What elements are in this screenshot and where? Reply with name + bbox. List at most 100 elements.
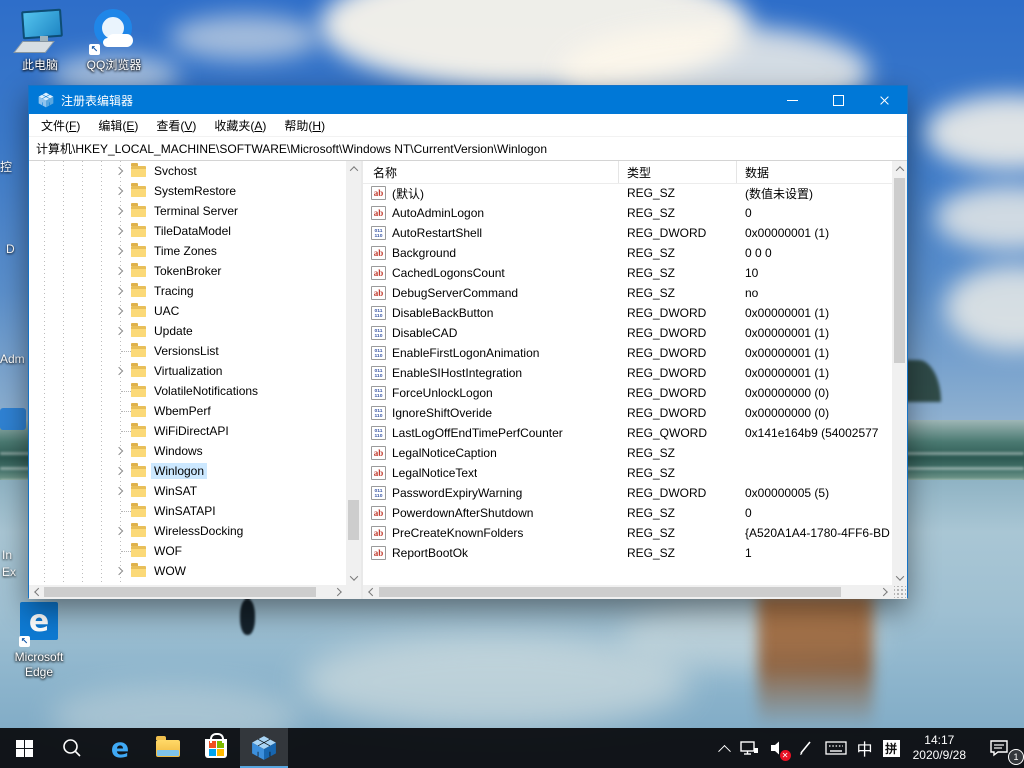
column-header-item[interactable]: 名称 [363, 161, 619, 183]
column-header-item[interactable]: 数据 [737, 161, 892, 183]
titlebar[interactable]: 注册表编辑器 [29, 86, 907, 114]
value-row-enablefirstlogonanimation[interactable]: 011110EnableFirstLogonAnimationREG_DWORD… [363, 343, 892, 363]
list-vertical-scrollbar[interactable] [892, 161, 907, 585]
scroll-down-arrow[interactable] [346, 570, 361, 585]
value-row-disablebackbutton[interactable]: 011110DisableBackButtonREG_DWORD0x000000… [363, 303, 892, 323]
expand-chevron-icon[interactable] [112, 223, 128, 239]
menu-favorites[interactable]: 收藏夹(A) [205, 117, 275, 134]
address-bar[interactable]: 计算机\HKEY_LOCAL_MACHINE\SOFTWARE\Microsof… [29, 137, 907, 161]
desktop-icon-qq-browser[interactable]: ↖ QQ浏览器 [78, 8, 150, 73]
maximize-button[interactable] [815, 86, 861, 114]
scroll-left-arrow[interactable] [29, 585, 44, 599]
touch-keyboard-button[interactable] [820, 728, 852, 768]
list-horizontal-scrollbar[interactable] [363, 585, 892, 599]
expand-chevron-icon[interactable] [112, 363, 128, 379]
tree-node-update[interactable]: Update [29, 321, 346, 341]
ime-pinyin-indicator[interactable]: 拼 [878, 728, 905, 768]
menu-view[interactable]: 查看(V) [147, 117, 205, 134]
windows-ink-button[interactable] [792, 728, 820, 768]
expand-chevron-icon[interactable] [112, 283, 128, 299]
tree-node-tiledatamodel[interactable]: TileDataModel [29, 221, 346, 241]
minimize-button[interactable] [769, 86, 815, 114]
scroll-left-arrow[interactable] [363, 585, 378, 599]
value-row-legalnoticetext[interactable]: abLegalNoticeTextREG_SZ [363, 463, 892, 483]
start-button[interactable] [0, 728, 48, 768]
desktop-icon-edge[interactable]: e ↖ Microsoft Edge [4, 600, 74, 680]
expand-chevron-icon[interactable] [112, 243, 128, 259]
value-row-precreateknownfolders[interactable]: abPreCreateKnownFoldersREG_SZ{A520A1A4-1… [363, 523, 892, 543]
tree-node-uac[interactable]: UAC [29, 301, 346, 321]
scrollbar-thumb[interactable] [44, 587, 316, 597]
network-tray-button[interactable] [734, 728, 764, 768]
column-header-item[interactable]: 类型 [619, 161, 737, 183]
value-row-powerdownaftershutdown[interactable]: abPowerdownAfterShutdownREG_SZ0 [363, 503, 892, 523]
resize-grip[interactable] [894, 586, 906, 598]
expand-chevron-icon[interactable] [112, 443, 128, 459]
value-row-disablecad[interactable]: 011110DisableCADREG_DWORD0x00000001 (1) [363, 323, 892, 343]
scroll-up-arrow[interactable] [892, 161, 907, 176]
tree-node-wow[interactable]: WOW [29, 561, 346, 581]
expand-chevron-icon[interactable] [112, 463, 128, 479]
tree-node-time-zones[interactable]: Time Zones [29, 241, 346, 261]
expand-chevron-icon[interactable] [112, 523, 128, 539]
tree-node-wbemperf[interactable]: WbemPerf [29, 401, 346, 421]
expand-chevron-icon[interactable] [112, 323, 128, 339]
tree-node-wifidirectapi[interactable]: WiFiDirectAPI [29, 421, 346, 441]
tree-node-windows[interactable]: Windows [29, 441, 346, 461]
value-row-item[interactable]: ab(默认)REG_SZ(数值未设置) [363, 183, 892, 203]
tree-node-tokenbroker[interactable]: TokenBroker [29, 261, 346, 281]
value-row-autorestartshell[interactable]: 011110AutoRestartShellREG_DWORD0x0000000… [363, 223, 892, 243]
taskbar-edge-button[interactable]: e [96, 728, 144, 768]
value-row-background[interactable]: abBackgroundREG_SZ0 0 0 [363, 243, 892, 263]
tree-vertical-scrollbar[interactable] [346, 161, 361, 585]
desktop-icon-this-pc[interactable]: 此电脑 [4, 8, 76, 73]
value-row-reportbootok[interactable]: abReportBootOkREG_SZ1 [363, 543, 892, 563]
menu-file[interactable]: 文件(F) [32, 117, 89, 134]
value-row-debugservercommand[interactable]: abDebugServerCommandREG_SZno [363, 283, 892, 303]
tree-node-volatilenotifications[interactable]: VolatileNotifications [29, 381, 346, 401]
ime-mode-indicator[interactable]: 中 [852, 728, 878, 768]
action-center-button[interactable]: 1 [974, 728, 1024, 768]
tree-node-virtualization[interactable]: Virtualization [29, 361, 346, 381]
close-button[interactable] [861, 86, 907, 114]
taskbar-search-button[interactable] [48, 728, 96, 768]
value-row-lastlogoffendtimeperfcounter[interactable]: 011110LastLogOffEndTimePerfCounterREG_QW… [363, 423, 892, 443]
taskbar-regedit-button[interactable] [240, 728, 288, 768]
value-row-enablesihostintegration[interactable]: 011110EnableSIHostIntegrationREG_DWORD0x… [363, 363, 892, 383]
tree-node-winsatapi[interactable]: WinSATAPI [29, 501, 346, 521]
value-row-autoadminlogon[interactable]: abAutoAdminLogonREG_SZ0 [363, 203, 892, 223]
expand-chevron-icon[interactable] [112, 563, 128, 579]
scroll-right-arrow[interactable] [877, 585, 892, 599]
tree-node-svchost[interactable]: Svchost [29, 161, 346, 181]
tree-node-versionslist[interactable]: VersionsList [29, 341, 346, 361]
taskbar-store-button[interactable] [192, 728, 240, 768]
expand-chevron-icon[interactable] [112, 303, 128, 319]
scroll-up-arrow[interactable] [346, 161, 361, 176]
scrollbar-thumb[interactable] [379, 587, 841, 597]
tree-node-winsat[interactable]: WinSAT [29, 481, 346, 501]
value-row-forceunlocklogon[interactable]: 011110ForceUnlockLogonREG_DWORD0x0000000… [363, 383, 892, 403]
value-row-passwordexpirywarning[interactable]: 011110PasswordExpiryWarningREG_DWORD0x00… [363, 483, 892, 503]
clock[interactable]: 14:17 2020/9/28 [905, 728, 974, 768]
menu-help[interactable]: 帮助(H) [275, 117, 334, 134]
expand-chevron-icon[interactable] [112, 483, 128, 499]
scroll-down-arrow[interactable] [892, 570, 907, 585]
tree-node-winlogon[interactable]: Winlogon [29, 461, 346, 481]
menu-edit[interactable]: 编辑(E) [89, 117, 147, 134]
tree-node-wof[interactable]: WOF [29, 541, 346, 561]
tree-node-systemrestore[interactable]: SystemRestore [29, 181, 346, 201]
tree-horizontal-scrollbar[interactable] [29, 585, 346, 599]
tree-node-wirelessdocking[interactable]: WirelessDocking [29, 521, 346, 541]
tree-node-tracing[interactable]: Tracing [29, 281, 346, 301]
value-row-cachedlogonscount[interactable]: abCachedLogonsCountREG_SZ10 [363, 263, 892, 283]
expand-chevron-icon[interactable] [112, 203, 128, 219]
value-row-ignoreshiftoveride[interactable]: 011110IgnoreShiftOverideREG_DWORD0x00000… [363, 403, 892, 423]
tree-node-terminal-server[interactable]: Terminal Server [29, 201, 346, 221]
scrollbar-thumb[interactable] [894, 178, 905, 363]
expand-chevron-icon[interactable] [112, 263, 128, 279]
expand-chevron-icon[interactable] [112, 183, 128, 199]
show-hidden-icons-button[interactable] [715, 728, 734, 768]
scrollbar-thumb[interactable] [348, 500, 359, 540]
expand-chevron-icon[interactable] [112, 163, 128, 179]
scroll-right-arrow[interactable] [331, 585, 346, 599]
